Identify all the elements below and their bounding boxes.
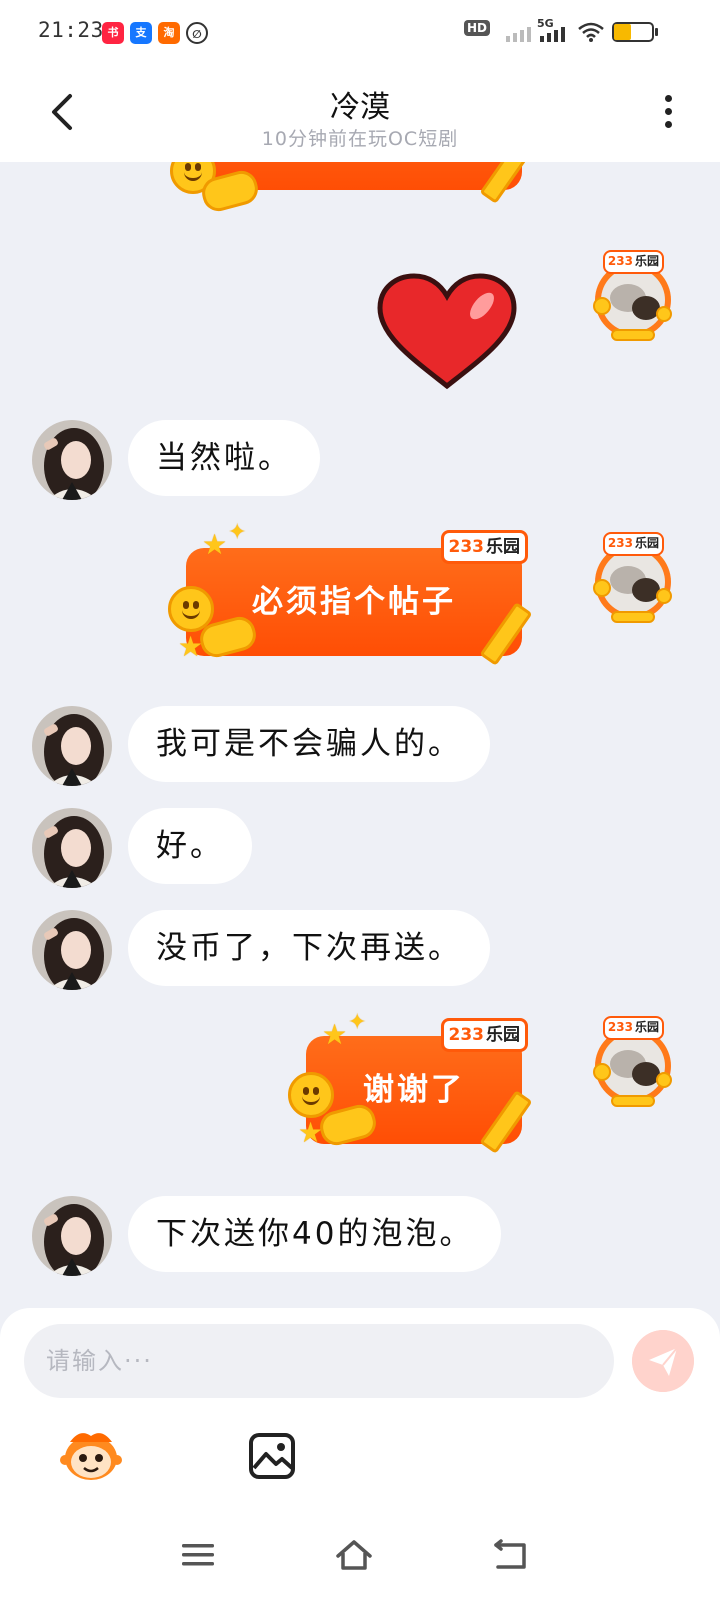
message-text: 谢谢了 <box>363 1072 465 1108</box>
back-nav-icon <box>494 1539 526 1569</box>
my-avatar[interactable]: 233 乐园 <box>588 250 678 342</box>
contact-avatar[interactable] <box>32 808 112 888</box>
badge-number: 233 <box>607 254 633 268</box>
star-decoration-icon: ✦ <box>348 1010 367 1035</box>
chat-message-list[interactable]: 233 乐园 当然啦。 必须指个帖子 233 乐园 ★ ✦ ★ 233 乐园 我… <box>0 162 720 1308</box>
contact-avatar[interactable] <box>32 706 112 786</box>
xiaohongshu-app-icon: 书 <box>102 22 124 44</box>
park-233-badge: 233 乐园 <box>440 1018 528 1052</box>
contact-avatar-image <box>32 706 112 786</box>
home-icon <box>336 1540 372 1570</box>
battery-icon <box>612 22 654 42</box>
contact-status: 10分钟前在玩OC短剧 <box>261 128 459 150</box>
message-bubble[interactable]: 当然啦。 <box>128 420 320 496</box>
home-nav-button[interactable] <box>334 1538 374 1572</box>
monkey-face-icon <box>60 1433 122 1480</box>
badge-text: 乐园 <box>634 536 659 550</box>
contact-avatar-image <box>32 910 112 990</box>
badge-number: 233 <box>448 1025 485 1045</box>
battery-tip <box>655 28 658 36</box>
badge-text: 乐园 <box>486 537 520 557</box>
hd-badge-icon: HD <box>464 20 491 36</box>
my-avatar[interactable]: 233 乐园 <box>588 1016 678 1108</box>
message-app-icon: ∅ <box>186 22 208 44</box>
badge-text: 乐园 <box>486 1025 520 1045</box>
heart-icon <box>377 273 517 390</box>
contact-avatar-image <box>32 1196 112 1276</box>
badge-number: 233 <box>448 537 485 557</box>
menu-nav-button[interactable] <box>178 1538 218 1572</box>
message-text: 必须指个帖子 <box>252 584 456 620</box>
image-icon <box>249 1433 295 1479</box>
message-input[interactable] <box>24 1324 614 1398</box>
battery-level-fill <box>614 24 632 40</box>
avatar-frame-badge: 233 乐园 <box>602 250 664 274</box>
status-bar: 21:23 书 支 淘 ∅ HD 5G <box>0 0 720 62</box>
message-bubble[interactable]: 没币了，下次再送。 <box>128 910 490 986</box>
contact-avatar-image <box>32 808 112 888</box>
heart-sticker-message[interactable] <box>374 272 520 392</box>
contact-avatar-image <box>32 420 112 500</box>
menu-icon <box>182 1544 214 1566</box>
my-avatar[interactable]: 233 乐园 <box>588 532 678 624</box>
message-bubble[interactable]: 好。 <box>128 808 252 884</box>
badge-text: 乐园 <box>634 254 659 268</box>
system-nav-bar <box>0 1508 720 1600</box>
message-bubble[interactable]: 下次送你40的泡泡。 <box>128 1196 502 1272</box>
badge-text: 乐园 <box>634 1020 659 1034</box>
message-bubble[interactable]: 我可是不会骗人的。 <box>128 706 490 782</box>
badge-number: 233 <box>607 1020 633 1034</box>
more-options-button[interactable] <box>658 92 678 132</box>
taobao-app-icon: 淘 <box>158 22 180 44</box>
badge-number: 233 <box>607 536 633 550</box>
contact-avatar[interactable] <box>32 1196 112 1276</box>
contact-name: 冷漠 <box>330 90 390 125</box>
contact-avatar[interactable] <box>32 420 112 500</box>
smiley-decoration-icon <box>288 1072 334 1118</box>
emoji-button[interactable] <box>60 1428 122 1484</box>
image-picker-button[interactable] <box>248 1432 296 1480</box>
status-time: 21:23 <box>38 18 104 42</box>
star-decoration-icon: ★ <box>298 1116 324 1149</box>
chat-header: 冷漠 10分钟前在玩OC短剧 <box>0 62 720 162</box>
contact-avatar[interactable] <box>32 910 112 990</box>
park-233-badge: 233 乐园 <box>440 530 528 564</box>
back-nav-button[interactable] <box>490 1538 530 1572</box>
signal-strong-icon <box>540 27 565 42</box>
star-decoration-icon: ✦ <box>228 520 247 545</box>
signal-weak-icon <box>506 27 531 42</box>
avatar-frame-badge: 233 乐园 <box>602 1016 664 1040</box>
wifi-icon <box>578 22 604 42</box>
alipay-app-icon: 支 <box>130 22 152 44</box>
more-vertical-icon <box>658 95 678 128</box>
star-decoration-icon: ★ <box>202 528 228 561</box>
avatar-frame-badge: 233 乐园 <box>602 532 664 556</box>
star-decoration-icon: ★ <box>322 1018 348 1051</box>
send-button[interactable] <box>632 1330 694 1392</box>
message-input-container <box>24 1324 614 1398</box>
